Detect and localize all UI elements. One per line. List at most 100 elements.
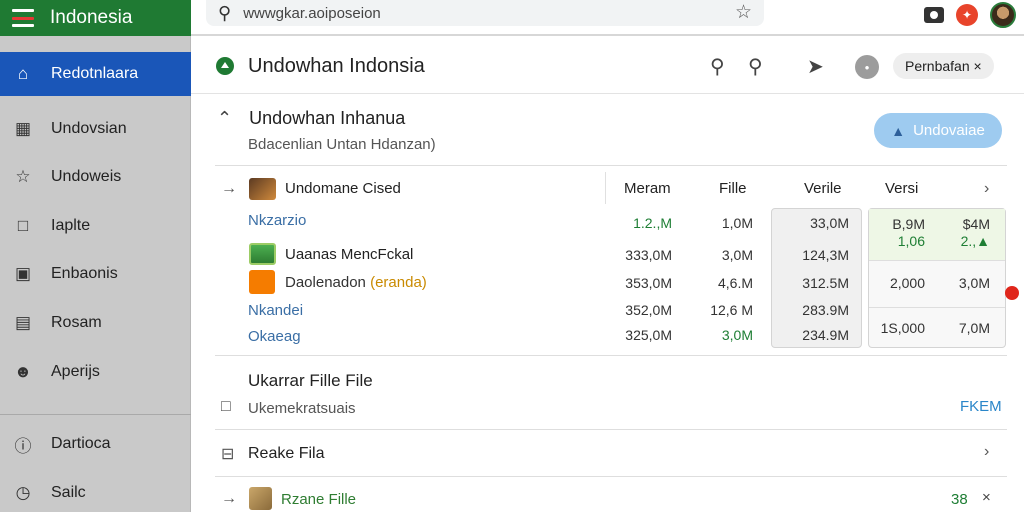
file-thumbnail (249, 270, 275, 294)
close-icon[interactable]: × (982, 489, 991, 506)
sidebar-item-user[interactable]: ☻ Aperijs (0, 350, 191, 394)
divider (215, 355, 1007, 356)
sidebar-item-clock[interactable]: ◷ Sailc (0, 471, 191, 512)
table-cell-versi-a: 2,000 (889, 275, 925, 291)
table-row-label-extra: (eranda) (370, 274, 427, 291)
table-cell-meram: 352,0M (625, 302, 672, 318)
file-thumbnail (249, 487, 272, 510)
sidebar-item-label: Aperijs (51, 363, 100, 380)
column-divider (605, 172, 606, 204)
sidebar-item-label: Enbaonis (51, 265, 118, 282)
sidebar-item-label: Redotnlaara (51, 65, 139, 82)
arrow-right-icon[interactable]: → (221, 180, 237, 198)
hamburger-menu-icon[interactable] (12, 9, 34, 27)
file-thumbnail (249, 243, 276, 265)
table-header-verile[interactable]: Verile (804, 180, 842, 197)
clock-icon: ◷ (15, 483, 31, 502)
filter-chip-label: Pernbafan × (905, 58, 982, 74)
divider (215, 165, 1007, 166)
filter-chip[interactable]: Pernbafan × (893, 53, 994, 79)
table-cell-versi-b: 7,0M (958, 320, 990, 336)
table-cell-versi-a: 1S,000 (880, 320, 925, 336)
table-row-label[interactable]: Uaanas MencFckal (285, 246, 413, 263)
search-icon[interactable]: ⚲ (218, 3, 231, 24)
table-row-label-text: Daolenadon (285, 274, 366, 291)
user-icon: ☻ (14, 362, 32, 381)
table-cell-verile: 124,3M (802, 247, 849, 263)
divider (215, 476, 1007, 477)
table-cell-verile: 283.9M (802, 302, 849, 318)
sidebar-divider (0, 414, 191, 415)
status-alert-dot[interactable] (1005, 286, 1019, 300)
primary-action-label: Undovaiae (913, 122, 985, 139)
bookmark-star-icon[interactable]: ☆ (735, 1, 752, 24)
sidebar-item-document[interactable]: ▤ Rosam (0, 301, 191, 345)
card-separator (869, 307, 1005, 308)
search-input[interactable]: wwwgkar.aoiposeion (243, 5, 381, 22)
section-title: Undowhan Inhanua (249, 108, 406, 128)
search-bar[interactable]: ⚲ wwwgkar.aoiposeion ☆ (206, 0, 764, 26)
collapse-box-icon[interactable]: ⊟ (221, 444, 234, 464)
primary-action-button[interactable]: ▲ Undovaiae (874, 113, 1002, 148)
table-cell-verile: 33,0M (810, 215, 849, 231)
zoom-icon[interactable]: ⚲ (748, 54, 763, 79)
chevron-right-icon[interactable]: › (984, 443, 989, 461)
table-cell-file: 12,6 M (710, 302, 753, 318)
top-icons: ✦ (924, 2, 1016, 28)
settings-circle-button[interactable]: • (855, 55, 879, 79)
file-thumbnail (249, 178, 276, 200)
file-row-label[interactable]: Rzane Fille (281, 491, 356, 508)
star-icon: ☆ (15, 167, 31, 186)
table-row-label[interactable]: Daolenadon (eranda) (285, 274, 427, 291)
chat-icon: □ (17, 216, 29, 235)
table-cell-verile: 234.9M (802, 327, 849, 343)
arrow-right-icon[interactable]: → (221, 490, 237, 508)
sidebar-item-label: Undovsian (51, 120, 127, 137)
table-row-label[interactable]: Nkzarzio (248, 212, 306, 229)
camera-icon[interactable] (924, 7, 944, 23)
section-header[interactable]: ⌃ Undowhan Inhanua (217, 108, 405, 129)
sidebar: ⌂ Redotnlaara ▦ Undovsian ☆ Undoweis □ I… (0, 36, 191, 512)
notification-icon[interactable]: ✦ (956, 4, 978, 26)
sidebar-item-chat[interactable]: □ Iaplte (0, 204, 191, 248)
table-header-meram[interactable]: Meram (624, 180, 671, 197)
table-cell-versi-b: 3,0M (958, 275, 990, 291)
table-cell-versi-a: 1,06 (897, 233, 925, 249)
table-header-file[interactable]: Fille (719, 180, 747, 197)
share-icon[interactable]: ➤ (807, 54, 824, 79)
table-cell-meram: 333,0M (625, 247, 672, 263)
table-cell-versi-b: $4M (962, 216, 990, 232)
chevron-right-icon[interactable]: › (984, 180, 989, 198)
checkbox-icon[interactable]: □ (221, 398, 231, 416)
table-cell-versi-b: 2.,▲ (960, 233, 990, 249)
table-row-label[interactable]: Nkandei (248, 302, 303, 319)
sidebar-item-label: Rosam (51, 314, 102, 331)
chart-icon: ▦ (14, 119, 32, 138)
divider (215, 429, 1007, 430)
files-action-link[interactable]: FKEM (960, 398, 1002, 415)
file-row-label[interactable]: Reake Fila (248, 445, 324, 463)
avatar[interactable] (990, 2, 1016, 28)
sidebar-item-star[interactable]: ☆ Undoweis (0, 155, 191, 199)
sidebar-item-home[interactable]: ⌂ Redotnlaara (0, 52, 191, 96)
brand-header[interactable]: Indonesia (0, 0, 191, 36)
table-header-name[interactable]: Undomane Cised (285, 180, 401, 197)
sidebar-item-info[interactable]: ⓘ Dartioca (0, 422, 191, 466)
top-bar: Indonesia ⚲ wwwgkar.aoiposeion ☆ ✦ (0, 0, 1024, 36)
brand-title: Indonesia (50, 7, 133, 28)
table-header-versi[interactable]: Versi (885, 180, 918, 197)
page-header: Undowhan Indonsia ⚲ ⚲ ➤ • Pernbafan × (191, 36, 1024, 94)
sidebar-item-label: Dartioca (51, 435, 111, 452)
info-icon: ⓘ (14, 436, 32, 456)
table-cell-meram: 353,0M (625, 275, 672, 291)
sidebar-item-bag[interactable]: ▣ Enbaonis (0, 252, 191, 296)
table-cell-file: 3,0M (721, 247, 753, 263)
chevron-up-icon[interactable]: ⌃ (217, 108, 232, 128)
table-cell-meram: 1.2.,M (633, 215, 672, 231)
search-icon[interactable]: ⚲ (710, 54, 725, 79)
sidebar-item-chart[interactable]: ▦ Undovsian (0, 107, 191, 151)
document-icon: ▤ (14, 313, 32, 332)
main-panel: Undowhan Indonsia ⚲ ⚲ ➤ • Pernbafan × ⌃ … (191, 36, 1024, 512)
home-icon: ⌂ (17, 64, 29, 83)
table-row-label[interactable]: Okaeag (248, 328, 301, 345)
